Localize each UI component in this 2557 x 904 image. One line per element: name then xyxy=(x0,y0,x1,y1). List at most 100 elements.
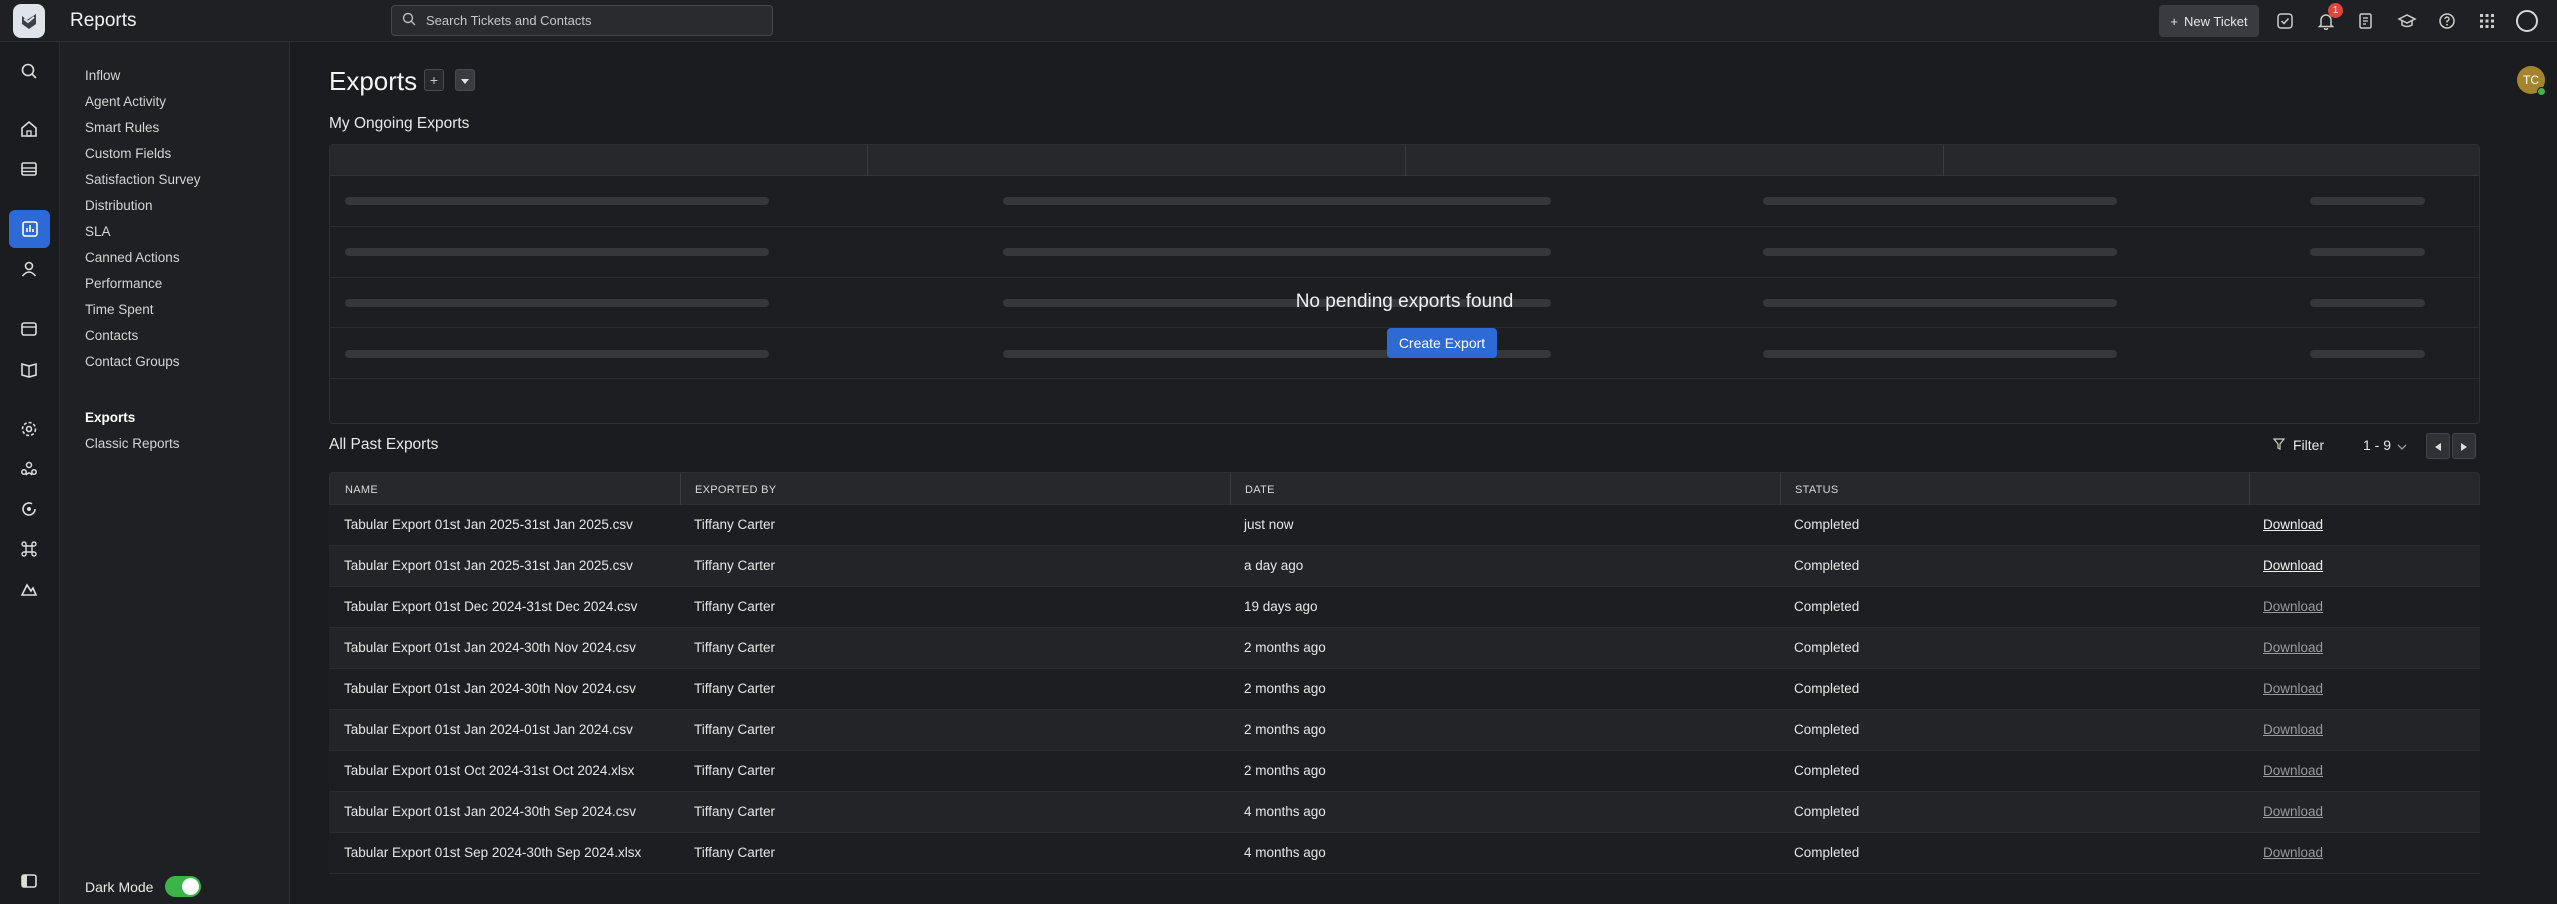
apps-grid-icon[interactable] xyxy=(2476,10,2498,32)
cell-exported-by: Tiffany Carter xyxy=(694,722,776,737)
table-row: Tabular Export 01st Jan 2024-30th Nov 20… xyxy=(329,628,2480,669)
home-icon[interactable] xyxy=(16,116,42,142)
cell-name: Tabular Export 01st Jan 2024-30th Sep 20… xyxy=(344,804,636,819)
table-row: Tabular Export 01st Sep 2024-30th Sep 20… xyxy=(329,833,2480,874)
integrations-icon[interactable] xyxy=(16,576,42,602)
nav-item-contact-groups[interactable]: Contact Groups xyxy=(85,354,180,369)
dark-mode-control: Dark Mode xyxy=(85,876,202,897)
nav-item-performance[interactable]: Performance xyxy=(85,276,162,291)
download-link[interactable]: Download xyxy=(2263,517,2323,532)
automation-icon[interactable] xyxy=(16,496,42,522)
cell-exported-by: Tiffany Carter xyxy=(694,558,776,573)
next-page-button[interactable] xyxy=(2452,433,2476,459)
app-title: Reports xyxy=(70,10,137,31)
pagination-range-select[interactable]: 1 - 9 xyxy=(2363,437,2407,453)
nav-item-custom-fields[interactable]: Custom Fields xyxy=(85,146,171,161)
cell-status: Completed xyxy=(1794,681,1860,696)
nav-item-smart-rules[interactable]: Smart Rules xyxy=(85,120,159,135)
download-link[interactable]: Download xyxy=(2263,722,2323,737)
pagination-label: 1 - 9 xyxy=(2363,437,2392,453)
previous-page-button[interactable] xyxy=(2426,433,2450,459)
cell-name: Tabular Export 01st Jan 2024-30th Nov 20… xyxy=(344,640,636,655)
cell-status: Completed xyxy=(1794,640,1860,655)
team-people-icon[interactable] xyxy=(16,456,42,482)
column-header-date[interactable]: DATE xyxy=(1245,484,1275,496)
download-link[interactable]: Download xyxy=(2263,640,2323,655)
column-header-status[interactable]: STATUS xyxy=(1795,484,1839,496)
command-shortcut-icon[interactable] xyxy=(16,536,42,562)
cell-status: Completed xyxy=(1794,517,1860,532)
nav-item-satisfaction-survey[interactable]: Satisfaction Survey xyxy=(85,172,201,187)
top-bar: Reports + New Ticket 1 xyxy=(0,0,2557,42)
search-box[interactable] xyxy=(391,5,773,36)
table-row: Tabular Export 01st Jan 2024-01st Jan 20… xyxy=(329,710,2480,751)
knowledge-base-icon[interactable] xyxy=(2355,10,2377,32)
reports-chart-icon[interactable] xyxy=(9,210,50,248)
nav-item-exports[interactable]: Exports xyxy=(85,410,135,425)
app-logo-icon[interactable] xyxy=(13,4,45,38)
filter-label: Filter xyxy=(2293,437,2325,453)
cell-status: Completed xyxy=(1794,763,1860,778)
search-input[interactable] xyxy=(426,13,746,28)
cell-status: Completed xyxy=(1794,722,1860,737)
book-icon[interactable] xyxy=(16,356,42,382)
cell-date: 2 months ago xyxy=(1244,681,1326,696)
cell-exported-by: Tiffany Carter xyxy=(694,763,776,778)
table-header: NAME EXPORTED BY DATE STATUS xyxy=(329,472,2480,506)
nav-item-contacts[interactable]: Contacts xyxy=(85,328,138,343)
notifications-bell-icon[interactable]: 1 xyxy=(2315,3,2343,32)
academy-cap-icon[interactable] xyxy=(2396,10,2418,32)
icon-rail xyxy=(0,42,60,904)
nav-item-distribution[interactable]: Distribution xyxy=(85,198,153,213)
nav-item-canned-actions[interactable]: Canned Actions xyxy=(85,250,180,265)
settings-gear-icon[interactable] xyxy=(16,416,42,442)
nav-item-classic-reports[interactable]: Classic Reports xyxy=(85,436,180,451)
download-link[interactable]: Download xyxy=(2263,763,2323,778)
nav-item-sla[interactable]: SLA xyxy=(85,224,111,239)
table-row: Tabular Export 01st Oct 2024-31st Oct 20… xyxy=(329,751,2480,792)
cell-name: Tabular Export 01st Jan 2024-30th Nov 20… xyxy=(344,681,636,696)
cell-name: Tabular Export 01st Sep 2024-30th Sep 20… xyxy=(344,845,642,860)
cell-name: Tabular Export 01st Jan 2025-31st Jan 20… xyxy=(344,558,633,573)
download-link[interactable]: Download xyxy=(2263,558,2323,573)
column-header-exported-by[interactable]: EXPORTED BY xyxy=(695,484,776,496)
column-header-name[interactable]: NAME xyxy=(345,484,378,496)
browser-window-icon[interactable] xyxy=(16,316,42,342)
dark-mode-toggle[interactable] xyxy=(165,876,202,897)
table-body: Tabular Export 01st Jan 2025-31st Jan 20… xyxy=(329,505,2480,874)
download-link[interactable]: Download xyxy=(2263,599,2323,614)
add-export-button[interactable]: + xyxy=(424,69,444,91)
nav-item-inflow[interactable]: Inflow xyxy=(85,68,120,83)
main-content: Exports + My Ongoing Exports No pending … xyxy=(291,42,2503,904)
ongoing-exports-title: My Ongoing Exports xyxy=(329,115,470,132)
cell-name: Tabular Export 01st Oct 2024-31st Oct 20… xyxy=(344,763,635,778)
download-link[interactable]: Download xyxy=(2263,681,2323,696)
collapse-sidebar-icon[interactable] xyxy=(16,868,42,894)
caret-left-icon xyxy=(2435,438,2441,454)
toggle-knob xyxy=(182,878,200,895)
online-status-dot xyxy=(2537,87,2546,96)
table-row: Tabular Export 01st Jan 2024-30th Sep 20… xyxy=(329,792,2480,833)
filter-button[interactable]: Filter xyxy=(2272,437,2325,453)
cell-status: Completed xyxy=(1794,599,1860,614)
export-options-dropdown[interactable] xyxy=(455,69,475,91)
new-ticket-button[interactable]: + New Ticket xyxy=(2159,5,2259,37)
cell-status: Completed xyxy=(1794,845,1860,860)
chevron-down-icon xyxy=(2397,437,2407,453)
cell-date: 2 months ago xyxy=(1244,763,1326,778)
contacts-person-icon[interactable] xyxy=(16,256,42,282)
profile-menu-icon[interactable] xyxy=(2516,10,2538,32)
download-link[interactable]: Download xyxy=(2263,845,2323,860)
help-icon[interactable] xyxy=(2436,10,2458,32)
nav-item-agent-activity[interactable]: Agent Activity xyxy=(85,94,166,109)
tasks-check-icon[interactable] xyxy=(2274,10,2296,32)
cell-exported-by: Tiffany Carter xyxy=(694,681,776,696)
search-icon[interactable] xyxy=(16,58,42,84)
ongoing-table-header xyxy=(330,145,2479,176)
cell-exported-by: Tiffany Carter xyxy=(694,517,776,532)
tickets-inbox-icon[interactable] xyxy=(16,156,42,182)
cell-date: 19 days ago xyxy=(1244,599,1318,614)
create-export-button[interactable]: Create Export xyxy=(1387,328,1497,358)
download-link[interactable]: Download xyxy=(2263,804,2323,819)
nav-item-time-spent[interactable]: Time Spent xyxy=(85,302,154,317)
